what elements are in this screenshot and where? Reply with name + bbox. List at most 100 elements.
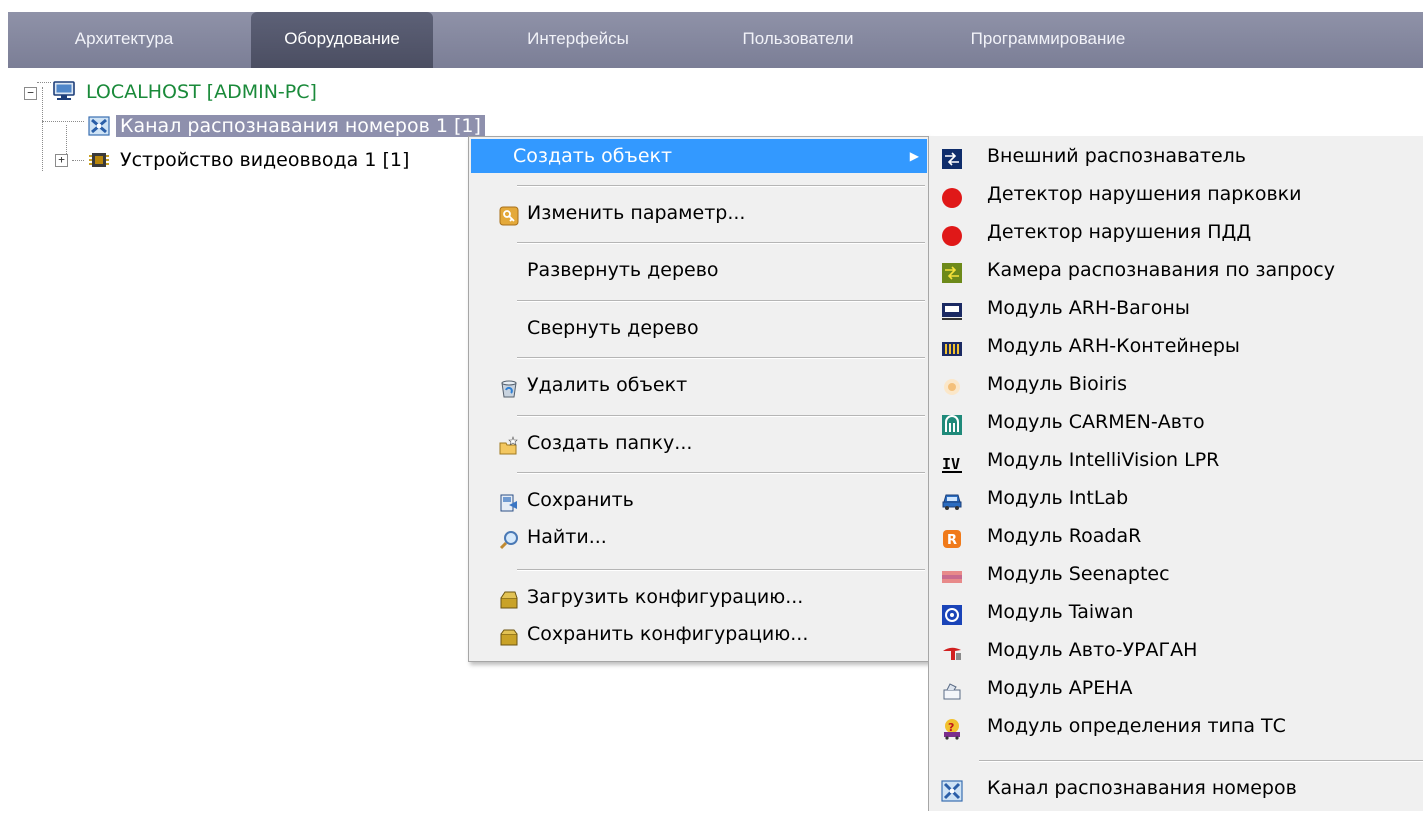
submenu-item-label: Модуль Bioiris	[987, 373, 1127, 395]
recycle-bin-icon	[499, 375, 519, 398]
menu-item-collapse-tree[interactable]: Свернуть дерево	[471, 311, 927, 345]
taiwan-icon	[941, 602, 963, 625]
menu-item-load-config[interactable]: Загрузить конфигурацию...	[471, 580, 927, 614]
submenu-item-label: Модуль IntLab	[987, 487, 1129, 509]
submenu-item-traffic-detector[interactable]: Детектор нарушения ПДД	[929, 214, 1423, 250]
bioiris-icon	[941, 374, 963, 396]
tree-connector	[37, 82, 51, 83]
tree-node-video-input[interactable]: Устройство видеоввода 1 [1]	[120, 145, 409, 175]
uragan-icon	[941, 640, 963, 662]
tab-equipment[interactable]: Оборудование	[251, 12, 433, 68]
new-folder-icon	[499, 433, 519, 455]
submenu-item-roadar[interactable]: R Модуль RoadaR	[929, 518, 1423, 554]
menu-item-delete-object[interactable]: Удалить объект	[471, 368, 927, 402]
collapse-toggle[interactable]: −	[24, 87, 37, 100]
monitor-icon	[53, 81, 75, 101]
seenaptec-icon	[941, 564, 963, 586]
submenu-item-recognition-channel[interactable]: Канал распознавания номеров	[929, 770, 1423, 806]
submenu-item-request-camera[interactable]: Камера распознавания по запросу	[929, 252, 1423, 288]
red-circle-icon	[941, 222, 963, 246]
tab-architecture[interactable]: Архитектура	[8, 12, 240, 68]
external-recognizer-icon	[941, 146, 963, 169]
menu-separator	[517, 357, 925, 359]
menu-item-label: Загрузить конфигурацию...	[527, 586, 804, 608]
submenu-item-label: Модуль Taiwan	[987, 601, 1134, 623]
chip-icon	[88, 150, 110, 170]
submenu-arrow-icon: ▶	[909, 149, 919, 163]
intellivision-icon: IV	[941, 450, 963, 473]
menu-item-label: Удалить объект	[527, 374, 688, 396]
recognition-channel-icon	[88, 116, 110, 136]
magnifier-icon	[499, 527, 519, 550]
submenu-item-label: Модуль ARH-Контейнеры	[987, 335, 1240, 357]
submenu-item-intlab[interactable]: Модуль IntLab	[929, 480, 1423, 516]
tree-node-localhost[interactable]: LOCALHOST [ADMIN-PC]	[86, 77, 317, 107]
svg-text:IV: IV	[942, 455, 960, 473]
menu-item-create-object[interactable]: Создать объект ▶	[471, 139, 927, 173]
tab-users[interactable]: Пользователи	[698, 12, 898, 68]
menu-item-label: Изменить параметр...	[527, 202, 746, 224]
submenu-item-uragan[interactable]: Модуль Авто-УРАГАН	[929, 632, 1423, 668]
key-icon	[499, 203, 519, 226]
intlab-car-icon	[941, 488, 963, 510]
tab-interfaces[interactable]: Интерфейсы	[478, 12, 678, 68]
menu-item-save[interactable]: Сохранить	[471, 483, 927, 517]
submenu-item-bioiris[interactable]: Модуль Bioiris	[929, 366, 1423, 402]
submenu-item-label: Модуль АРЕНА	[987, 677, 1133, 699]
vehicle-type-icon: ?	[941, 716, 963, 740]
submenu-item-seenaptec[interactable]: Модуль Seenaptec	[929, 556, 1423, 592]
tree-connector	[72, 160, 84, 161]
submenu-item-arh-wagons[interactable]: Модуль ARH-Вагоны	[929, 290, 1423, 326]
menu-item-label: Найти...	[527, 526, 607, 548]
red-circle-icon	[941, 184, 963, 208]
menu-separator	[517, 415, 925, 417]
menu-item-create-folder[interactable]: Создать папку...	[471, 426, 927, 460]
submenu-item-label: Модуль ARH-Вагоны	[987, 297, 1190, 319]
request-camera-icon	[941, 260, 963, 283]
menu-item-label: Создать папку...	[527, 432, 693, 454]
submenu-item-label: Модуль IntelliVision LPR	[987, 449, 1220, 471]
submenu-item-intellivision[interactable]: IV Модуль IntelliVision LPR	[929, 442, 1423, 478]
arena-icon	[941, 678, 963, 700]
container-icon	[941, 336, 963, 358]
submenu-item-carmen[interactable]: Модуль CARMEN-Авто	[929, 404, 1423, 440]
create-object-submenu: Внешний распознаватель Детектор нарушени…	[928, 136, 1423, 811]
menu-item-expand-tree[interactable]: Развернуть дерево	[471, 253, 927, 287]
tree-node-label: Канал распознавания номеров 1 [1]	[116, 115, 485, 137]
submenu-item-label: Детектор нарушения ПДД	[987, 221, 1252, 243]
menu-item-save-config[interactable]: Сохранить конфигурацию...	[471, 617, 927, 651]
submenu-item-label: Детектор нарушения парковки	[987, 183, 1302, 205]
submenu-item-label: Внешний распознаватель	[987, 145, 1246, 167]
load-config-box-icon	[499, 587, 519, 609]
menu-separator	[517, 185, 925, 187]
menu-item-edit-parameter[interactable]: Изменить параметр...	[471, 196, 927, 230]
submenu-item-label: Модуль CARMEN-Авто	[987, 411, 1205, 433]
submenu-item-vehicle-type[interactable]: ? Модуль определения типа ТС	[929, 708, 1423, 744]
tab-programming[interactable]: Программирование	[938, 12, 1158, 68]
menu-separator	[517, 569, 925, 571]
recognition-channel-icon	[941, 778, 963, 802]
menu-separator	[517, 300, 925, 302]
menu-item-label: Создать объект	[513, 145, 673, 167]
menu-item-label: Сохранить	[527, 489, 634, 511]
submenu-item-arh-containers[interactable]: Модуль ARH-Контейнеры	[929, 328, 1423, 364]
tree-node-recognition-channel[interactable]: Канал распознавания номеров 1 [1]	[116, 111, 485, 141]
tree-connector	[42, 87, 43, 171]
roadar-icon: R	[941, 526, 963, 548]
submenu-item-parking-detector[interactable]: Детектор нарушения парковки	[929, 176, 1423, 212]
tab-bar: Архитектура Оборудование Интерфейсы Поль…	[0, 0, 1423, 73]
menu-item-label: Развернуть дерево	[527, 259, 719, 281]
expand-toggle[interactable]: +	[55, 154, 68, 167]
menu-separator	[517, 242, 925, 244]
menu-item-label: Сохранить конфигурацию...	[527, 623, 809, 645]
context-menu: Создать объект ▶ Изменить параметр... Ра…	[468, 136, 930, 662]
menu-item-find[interactable]: Найти...	[471, 520, 927, 554]
submenu-item-taiwan[interactable]: Модуль Taiwan	[929, 594, 1423, 630]
menu-separator	[517, 472, 925, 474]
submenu-item-external-recognizer[interactable]: Внешний распознаватель	[929, 138, 1423, 174]
submenu-item-arena[interactable]: Модуль АРЕНА	[929, 670, 1423, 706]
submenu-item-label: Модуль определения типа ТС	[987, 715, 1286, 737]
submenu-item-label: Модуль RoadaR	[987, 525, 1142, 547]
submenu-separator	[979, 760, 1423, 762]
carmen-icon	[941, 412, 963, 435]
